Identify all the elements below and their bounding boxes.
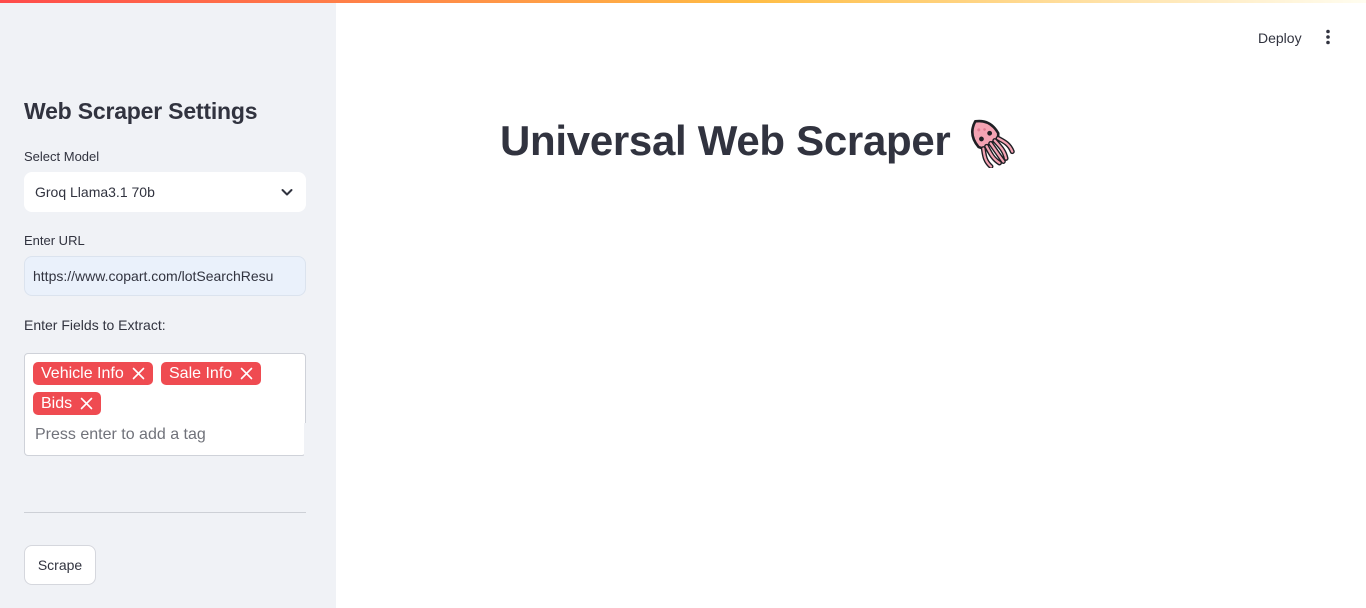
tag-text-input[interactable] — [35, 424, 303, 446]
tags-box-edge — [304, 423, 306, 457]
tag-vehicle-info: Vehicle Info — [33, 362, 153, 385]
deploy-button[interactable]: Deploy — [1250, 27, 1310, 49]
page-title-text: Universal Web Scraper — [500, 117, 951, 164]
top-decoration-bar — [0, 0, 1366, 3]
fields-label: Enter Fields to Extract: — [24, 317, 166, 333]
close-icon[interactable] — [80, 397, 93, 410]
model-select-value: Groq Llama3.1 70b — [35, 184, 155, 200]
close-icon[interactable] — [132, 367, 145, 380]
more-vertical-icon[interactable] — [1318, 27, 1338, 47]
tags-input-box[interactable]: Vehicle Info Sale Info Bids — [24, 353, 306, 457]
close-icon[interactable] — [240, 367, 253, 380]
model-select[interactable]: Groq Llama3.1 70b — [24, 172, 306, 212]
scrape-button[interactable]: Scrape — [24, 545, 96, 585]
tag-bids: Bids — [33, 392, 101, 415]
tag-label: Bids — [41, 394, 73, 412]
page-title: Universal Web Scraper — [500, 114, 1016, 169]
tag-sale-info: Sale Info — [161, 362, 261, 385]
model-select-label: Select Model — [24, 149, 100, 164]
chevron-down-icon — [279, 184, 295, 200]
url-label: Enter URL — [24, 233, 85, 248]
sidebar: Web Scraper Settings Select Model Groq L… — [0, 0, 336, 608]
sidebar-title: Web Scraper Settings — [24, 98, 258, 124]
tag-label: Sale Info — [169, 364, 233, 382]
tag-label: Vehicle Info — [41, 364, 124, 382]
sidebar-divider — [24, 512, 306, 513]
url-input[interactable] — [24, 256, 306, 296]
squid-icon — [962, 114, 1016, 169]
